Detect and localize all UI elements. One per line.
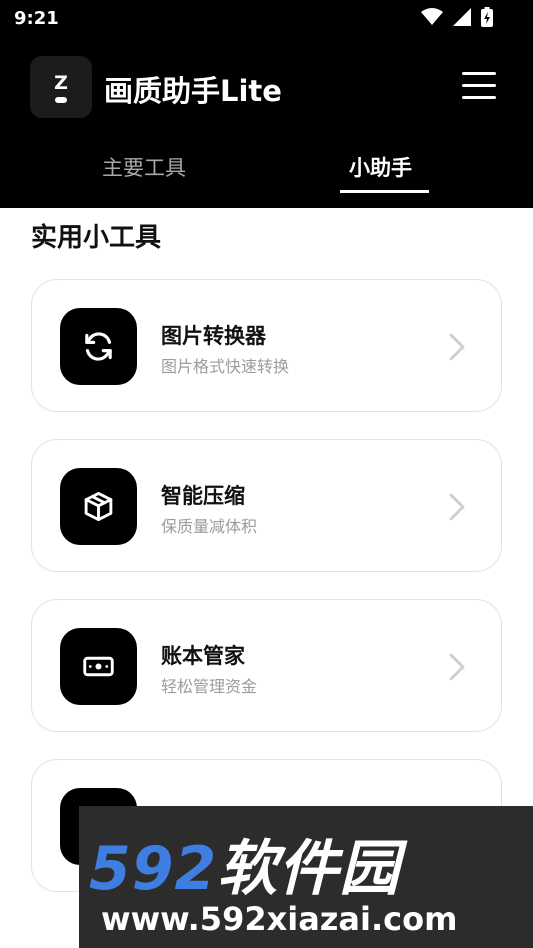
menu-icon-line (462, 84, 496, 87)
wifi-icon (421, 8, 443, 25)
chevron-right-icon (449, 493, 465, 521)
tool-card-ledger-manager[interactable]: 账本管家 轻松管理资金 (31, 599, 502, 732)
tool-card-image-converter[interactable]: 图片转换器 图片格式快速转换 (31, 279, 502, 412)
tool-icon-container (60, 628, 137, 705)
tab-main-tools[interactable]: 主要工具 (102, 152, 186, 182)
tool-subtitle: 图片格式快速转换 (161, 357, 290, 376)
tab-selected-indicator (340, 190, 429, 193)
signal-icon (453, 8, 471, 26)
status-time: 9:21 (14, 8, 59, 29)
status-bar: 9:21 (0, 0, 533, 38)
tool-subtitle: 轻松管理资金 (161, 677, 258, 696)
watermark-brand: 592软件园 (89, 820, 400, 907)
tab-helper[interactable]: 小助手 (349, 152, 412, 182)
tool-icon-container (60, 308, 137, 385)
app-logo-dot (55, 97, 67, 103)
wallet-icon (83, 656, 114, 677)
menu-icon-line (462, 96, 496, 99)
watermark-brand-number: 592 (89, 834, 218, 904)
app-logo-letter: Z (54, 72, 68, 94)
battery-icon (481, 7, 493, 27)
menu-icon-line (462, 72, 496, 75)
menu-button[interactable] (462, 72, 496, 102)
watermark-url: www.592xiazai.com (101, 900, 458, 938)
tool-subtitle: 保质量减体积 (161, 517, 258, 536)
tool-card-smart-compress[interactable]: 智能压缩 保质量减体积 (31, 439, 502, 572)
section-title: 实用小工具 (31, 223, 162, 253)
refresh-icon (85, 332, 112, 361)
tool-title: 账本管家 (161, 644, 245, 668)
watermark-brand-text: 软件园 (217, 834, 401, 904)
app-bar: Z 画质助手Lite 主要工具 小助手 (0, 38, 533, 208)
app-title: 画质助手Lite (104, 74, 282, 108)
app-logo: Z (30, 56, 92, 118)
chevron-right-icon (449, 333, 465, 361)
tool-title: 智能压缩 (161, 484, 245, 508)
tool-icon-container (60, 468, 137, 545)
box-icon (84, 491, 113, 522)
tool-title: 图片转换器 (161, 324, 266, 348)
watermark-banner: 592软件园 www.592xiazai.com (79, 806, 533, 948)
status-icons (421, 7, 493, 27)
chevron-right-icon (449, 653, 465, 681)
